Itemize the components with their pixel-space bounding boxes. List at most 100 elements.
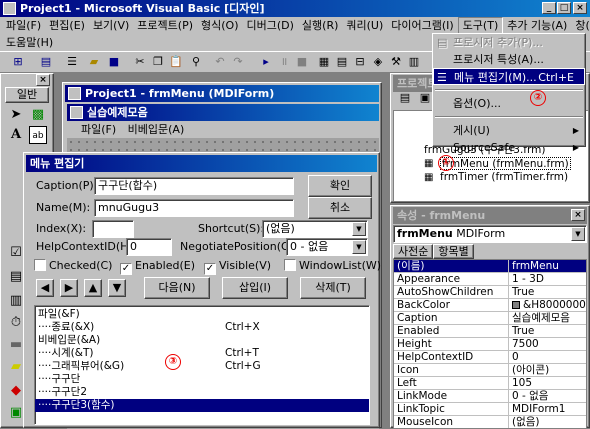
menu-list-item[interactable]: ····시계(&T) Ctrl+T: [35, 347, 369, 360]
textbox-icon[interactable]: ab: [29, 126, 47, 144]
copy-icon[interactable]: ❐: [150, 54, 166, 70]
property-value[interactable]: &H8000000C&: [509, 299, 586, 311]
find-icon[interactable]: ⚲: [188, 54, 204, 70]
checked-checkbox[interactable]: Checked(C): [34, 259, 112, 273]
menu-item-sourcesafe[interactable]: SourceSafe ▶: [433, 139, 585, 156]
move-right-button[interactable]: ▶: [60, 279, 78, 297]
break-icon[interactable]: ॥: [276, 54, 292, 70]
property-row[interactable]: MouseIcon (없음): [394, 416, 586, 428]
menu-item-add-procedure[interactable]: ▤ 프로시저 추가(P)...: [433, 34, 585, 51]
property-value[interactable]: 0 - 없음: [509, 390, 586, 402]
menu-query[interactable]: 쿼리(U): [342, 17, 387, 34]
index-input[interactable]: [92, 220, 134, 238]
menu-item-publish[interactable]: 게시(U) ▶: [433, 122, 585, 139]
property-value[interactable]: True: [509, 286, 586, 298]
menu-view[interactable]: 보기(V): [89, 17, 133, 34]
data-view-icon[interactable]: ▥: [406, 54, 422, 70]
property-value[interactable]: 실습예제모음: [509, 312, 586, 324]
tab-alphabetic[interactable]: 사전순: [393, 244, 434, 259]
property-value[interactable]: 1 - 3D: [509, 273, 586, 285]
close-button[interactable]: ×: [573, 2, 587, 14]
shortcut-select[interactable]: (없음) ▼: [262, 220, 368, 238]
menu-item-procedure-attributes[interactable]: 프로시저 특성(A)...: [433, 51, 585, 68]
property-row[interactable]: Icon (아이콘): [394, 364, 586, 377]
property-value[interactable]: 7500: [509, 338, 586, 350]
menu-project[interactable]: 프로젝트(P): [133, 17, 197, 34]
open-icon[interactable]: ▰: [86, 54, 102, 70]
menu-tools[interactable]: 도구(T): [457, 17, 504, 34]
menu-editor-icon[interactable]: ☰: [64, 54, 80, 70]
move-down-button[interactable]: ▼: [108, 279, 126, 297]
cancel-button[interactable]: 취소: [308, 197, 372, 219]
chevron-down-icon[interactable]: ▼: [352, 240, 366, 254]
menu-help[interactable]: 도움말(H): [2, 34, 57, 51]
caption-input[interactable]: 구구단(합수): [94, 177, 294, 195]
mdi-menu-file[interactable]: 파일(F): [67, 121, 120, 138]
insert-button[interactable]: 삽입(I): [222, 277, 288, 299]
object-browser-icon[interactable]: ◈: [370, 54, 386, 70]
add-project-icon[interactable]: ⊞: [10, 54, 26, 70]
menu-format[interactable]: 형식(O): [197, 17, 242, 34]
property-row[interactable]: Caption 실습예제모음: [394, 312, 586, 325]
property-row[interactable]: LinkMode 0 - 없음: [394, 390, 586, 403]
name-input[interactable]: mnuGugu3: [94, 199, 294, 217]
menu-list-item[interactable]: ····구구단3(함수): [35, 399, 369, 412]
property-value[interactable]: (없음): [509, 416, 586, 428]
project-explorer-icon[interactable]: ▦: [316, 54, 332, 70]
tab-categorized[interactable]: 항목별: [433, 244, 474, 259]
view-object-icon[interactable]: ▣: [417, 90, 433, 106]
property-row[interactable]: BackColor&H8000000C&: [394, 299, 586, 312]
toolbox-icon[interactable]: ⚒: [388, 54, 404, 70]
save-icon[interactable]: ■: [106, 54, 122, 70]
menu-item-menu-editor[interactable]: ☰ 메뉴 편집기(M)... Ctrl+E: [433, 68, 585, 85]
property-row[interactable]: Appearance 1 - 3D: [394, 273, 586, 286]
windowlist-checkbox[interactable]: WindowList(W): [284, 259, 381, 273]
property-row[interactable]: (이름) frmMenu: [394, 260, 586, 273]
property-value[interactable]: 0: [509, 351, 586, 363]
menu-list[interactable]: 파일(&F) ····종료(&X) Ctrl+X 비베입문(&A) ····시계(&T)…: [34, 305, 370, 425]
menu-list-item[interactable]: 비베입문(&A): [35, 334, 369, 347]
maximize-button[interactable]: □: [557, 2, 571, 14]
enabled-checkbox[interactable]: ✓ Enabled(E): [120, 259, 195, 275]
property-row[interactable]: HelpContextID 0: [394, 351, 586, 364]
menu-list-item[interactable]: 파일(&F): [35, 308, 369, 321]
menu-item-options[interactable]: 옵션(O)...: [433, 95, 585, 112]
menu-addins[interactable]: 추가 기능(A): [503, 17, 571, 34]
delete-button[interactable]: 삭제(T): [300, 277, 366, 299]
label-icon[interactable]: A: [7, 126, 25, 144]
project-item[interactable]: frmTimer (frmTimer.frm): [440, 171, 568, 184]
menu-list-item[interactable]: ····구구단2: [35, 386, 369, 399]
property-row[interactable]: Enabled True: [394, 325, 586, 338]
menu-debug[interactable]: 디버그(D): [242, 17, 297, 34]
property-value[interactable]: 105: [509, 377, 586, 389]
menu-file[interactable]: 파일(F): [2, 17, 45, 34]
menu-list-item[interactable]: ····종료(&X) Ctrl+X: [35, 321, 369, 334]
negotiate-select[interactable]: 0 - 없음 ▼: [286, 238, 368, 256]
menu-edit[interactable]: 편집(E): [45, 17, 89, 34]
menu-run[interactable]: 실행(R): [298, 17, 342, 34]
object-selector[interactable]: frmMenu MDIForm ▼: [393, 225, 587, 243]
properties-close-button[interactable]: ×: [571, 209, 585, 221]
mdi-menu-vb[interactable]: 비베입문(A): [124, 121, 189, 138]
cut-icon[interactable]: ✂: [132, 54, 148, 70]
pointer-icon[interactable]: ➤: [7, 106, 25, 124]
helpid-input[interactable]: 0: [126, 238, 172, 256]
project-item-frmmenu[interactable]: frmMenu (frmMenu.frm): [440, 157, 571, 170]
chevron-down-icon[interactable]: ▼: [352, 222, 366, 236]
property-row[interactable]: LinkTopic MDIForm1: [394, 403, 586, 416]
toolbox-close-button[interactable]: ×: [36, 74, 50, 86]
menu-diagram[interactable]: 다이어그램(I): [387, 17, 457, 34]
add-form-icon[interactable]: ▤: [38, 54, 54, 70]
property-value[interactable]: frmMenu: [509, 260, 586, 272]
property-value[interactable]: (아이콘): [509, 364, 586, 376]
start-icon[interactable]: ▸: [258, 54, 274, 70]
paste-icon[interactable]: 📋: [168, 54, 184, 70]
property-row[interactable]: Height 7500: [394, 338, 586, 351]
minimize-button[interactable]: _: [542, 2, 556, 14]
properties-window-icon[interactable]: ▤: [334, 54, 350, 70]
toolbox-header[interactable]: 일반: [5, 87, 49, 103]
undo-icon[interactable]: ↶: [212, 54, 228, 70]
ok-button[interactable]: 확인: [308, 175, 372, 197]
property-row[interactable]: AutoShowChildren True: [394, 286, 586, 299]
end-icon[interactable]: ■: [294, 54, 310, 70]
